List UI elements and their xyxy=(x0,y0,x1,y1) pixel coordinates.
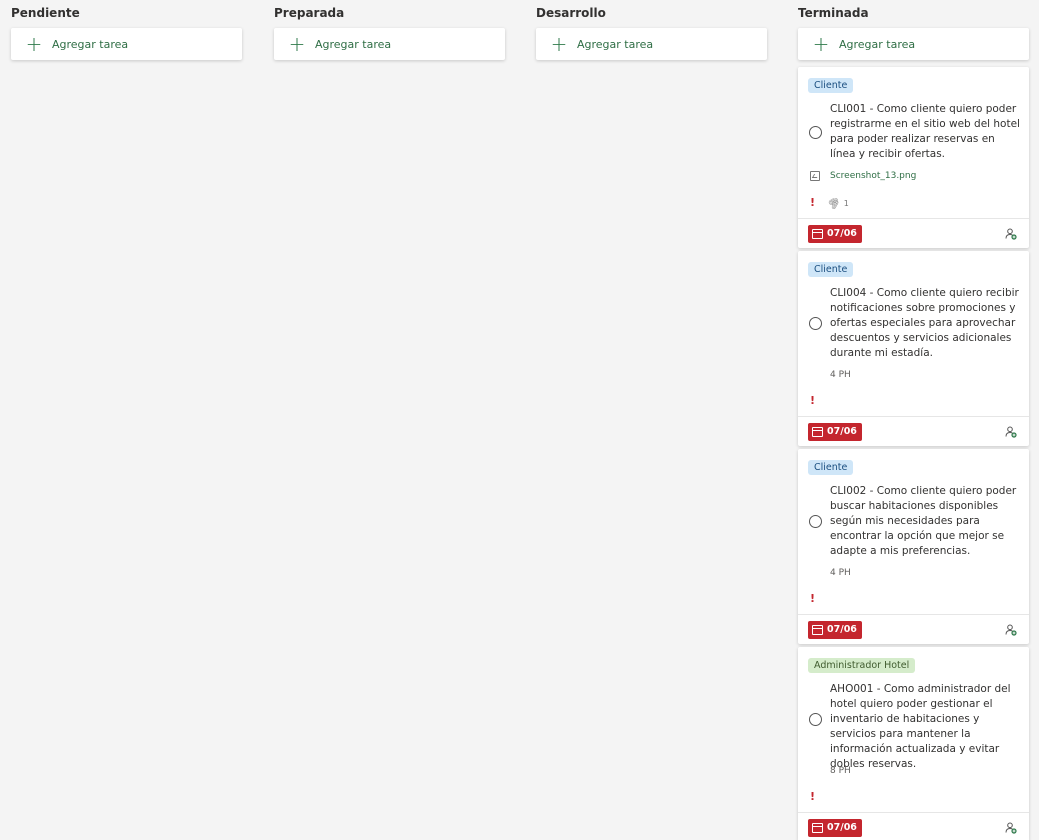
due-date: 07/06 xyxy=(827,228,857,239)
due-date-badge[interactable]: 07/06 xyxy=(808,225,862,243)
task-meta: ! 🖇 1 xyxy=(810,194,849,212)
task-title: CLI004 - Como cliente quiero recibir not… xyxy=(830,287,1019,359)
complete-checkbox[interactable] xyxy=(809,317,822,330)
add-task-button[interactable]: + Agregar tarea xyxy=(798,28,1029,60)
task-title: CLI002 - Como cliente quiero poder busca… xyxy=(830,485,1017,557)
exclamation-icon: ! xyxy=(810,592,816,605)
task-meta: ! xyxy=(810,791,815,803)
complete-checkbox[interactable] xyxy=(809,126,822,139)
assign-user-icon[interactable] xyxy=(1005,228,1017,240)
card-footer: 07/06 xyxy=(798,812,1029,840)
card-footer: 07/06 xyxy=(798,218,1029,248)
task-card[interactable]: Cliente CLI002 - Como cliente quiero pod… xyxy=(798,449,1029,644)
column-desarrollo: Desarrollo + Agregar tarea xyxy=(536,0,767,60)
attachment-name: Screenshot_13.png xyxy=(830,171,917,181)
plus-icon: + xyxy=(550,32,568,56)
due-date: 07/06 xyxy=(827,822,857,833)
exclamation-icon: ! xyxy=(810,790,816,803)
add-task-label: Agregar tarea xyxy=(52,37,129,51)
category-tag[interactable]: Administrador Hotel xyxy=(808,658,916,673)
exclamation-icon: ! xyxy=(810,394,816,407)
task-title: CLI001 - Como cliente quiero poder regis… xyxy=(830,103,1020,160)
paperclip-icon: 🖇 xyxy=(825,194,842,212)
plus-icon: + xyxy=(25,32,43,56)
column-pendiente: Pendiente + Agregar tarea xyxy=(11,0,242,60)
estimate-label: 4 PH xyxy=(830,568,851,578)
calendar-icon xyxy=(812,823,823,833)
column-title: Pendiente xyxy=(11,6,80,20)
column-preparada: Preparada + Agregar tarea xyxy=(274,0,505,60)
column-title: Preparada xyxy=(274,6,345,20)
calendar-icon xyxy=(812,427,823,437)
estimate-label: 4 PH xyxy=(830,370,851,380)
column-title: Desarrollo xyxy=(536,6,606,20)
add-task-label: Agregar tarea xyxy=(315,37,392,51)
task-card[interactable]: Cliente CLI001 - Como cliente quiero pod… xyxy=(798,67,1029,248)
assign-user-icon[interactable] xyxy=(1005,426,1017,438)
complete-checkbox[interactable] xyxy=(809,713,822,726)
exclamation-icon: ! xyxy=(810,196,816,209)
category-tag[interactable]: Cliente xyxy=(808,262,854,277)
due-date: 07/06 xyxy=(827,624,857,635)
task-card[interactable]: Administrador Hotel AHO001 - Como admini… xyxy=(798,647,1029,840)
task-title: AHO001 - Como administrador del hotel qu… xyxy=(830,683,1011,770)
task-board: Pendiente + Agregar tarea Preparada + Ag… xyxy=(0,0,1039,840)
task-meta: ! xyxy=(810,395,815,407)
add-task-label: Agregar tarea xyxy=(839,37,916,51)
task-meta: ! xyxy=(810,593,815,605)
calendar-icon xyxy=(812,229,823,239)
card-footer: 07/06 xyxy=(798,614,1029,644)
column-title: Terminada xyxy=(798,6,869,20)
add-task-button[interactable]: + Agregar tarea xyxy=(274,28,505,60)
category-tag[interactable]: Cliente xyxy=(808,78,854,93)
calendar-icon xyxy=(812,625,823,635)
card-footer: 07/06 xyxy=(798,416,1029,446)
plus-icon: + xyxy=(812,32,830,56)
assign-user-icon[interactable] xyxy=(1005,822,1017,834)
estimate-label: 8 PH xyxy=(830,766,851,776)
attachment-link[interactable]: Screenshot_13.png xyxy=(810,171,916,181)
task-card[interactable]: Cliente CLI004 - Como cliente quiero rec… xyxy=(798,251,1029,446)
image-file-icon xyxy=(810,171,820,181)
add-task-button[interactable]: + Agregar tarea xyxy=(11,28,242,60)
column-terminada: Terminada + Agregar tarea Cliente CLI001… xyxy=(798,0,1029,840)
category-tag[interactable]: Cliente xyxy=(808,460,854,475)
assign-user-icon[interactable] xyxy=(1005,624,1017,636)
complete-checkbox[interactable] xyxy=(809,515,822,528)
due-date-badge[interactable]: 07/06 xyxy=(808,423,862,441)
attachment-count: 1 xyxy=(843,198,849,208)
add-task-button[interactable]: + Agregar tarea xyxy=(536,28,767,60)
due-date-badge[interactable]: 07/06 xyxy=(808,819,862,837)
add-task-label: Agregar tarea xyxy=(577,37,654,51)
plus-icon: + xyxy=(288,32,306,56)
due-date-badge[interactable]: 07/06 xyxy=(808,621,862,639)
due-date: 07/06 xyxy=(827,426,857,437)
